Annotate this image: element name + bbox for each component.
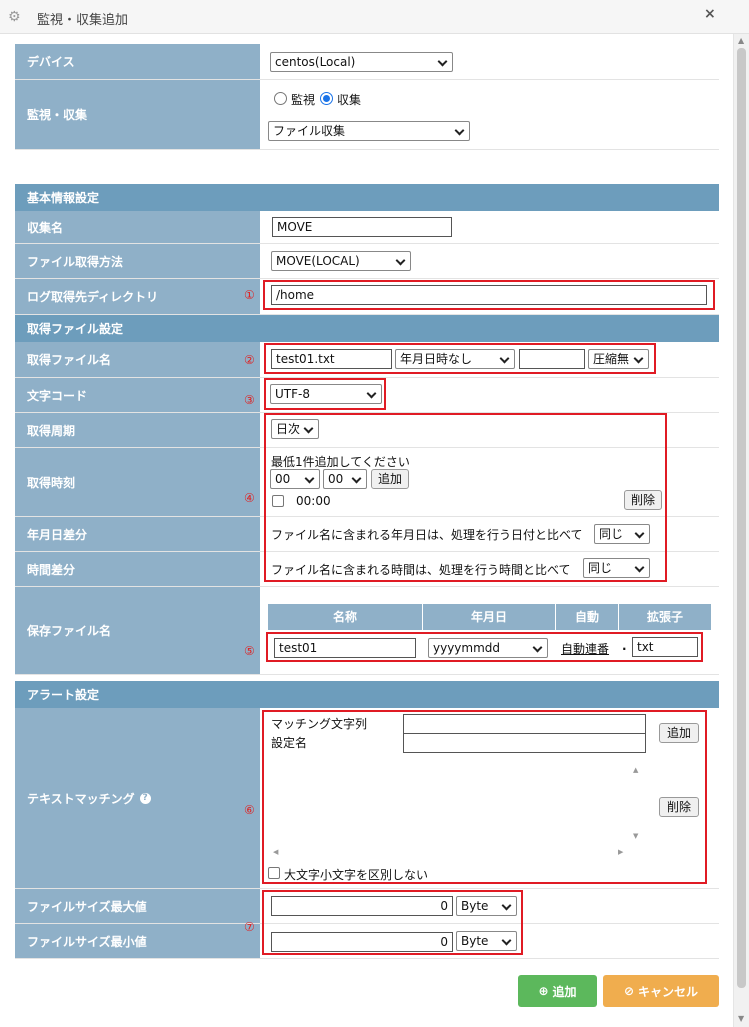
ext-dot: .: [622, 639, 627, 653]
cancel-button-label: キャンセル: [638, 984, 699, 999]
marker-7: ⑦: [244, 920, 255, 934]
file-extra-input[interactable]: [519, 349, 585, 369]
file-name-label: 取得ファイル名: [15, 342, 260, 377]
section-file: 取得ファイル設定: [15, 315, 719, 342]
help-icon[interactable]: ?: [139, 792, 151, 804]
add-button[interactable]: ⊕ 追加: [518, 975, 597, 1007]
method-select[interactable]: MOVE(LOCAL): [271, 251, 411, 271]
radio-collect-label: 収集: [337, 93, 362, 107]
vertical-scrollbar[interactable]: ▲ ▼: [733, 34, 749, 1027]
save-name-input[interactable]: test01: [274, 638, 416, 658]
dir-input[interactable]: /home: [271, 285, 707, 305]
text-matching-label: テキストマッチング: [27, 791, 135, 806]
highlight-box-4: [264, 413, 667, 582]
collect-type-select[interactable]: ファイル収集: [268, 121, 470, 141]
save-name-label: 保存ファイル名: [15, 587, 260, 674]
radio-monitor-label: 監視: [291, 93, 316, 107]
method-label: ファイル取得方法: [15, 244, 260, 278]
marker-2: ②: [244, 353, 255, 367]
collect-name-input[interactable]: MOVE: [272, 217, 452, 237]
text-matching-label-cell: テキストマッチング ?: [15, 708, 260, 888]
save-ext-input[interactable]: txt: [632, 637, 698, 657]
highlight-box-7: [262, 890, 523, 955]
marker-6: ⑥: [244, 803, 255, 817]
collect-name-label: 収集名: [15, 211, 260, 243]
ban-icon: ⊘: [623, 984, 635, 998]
scrollbar-thumb[interactable]: [737, 48, 746, 988]
size-min-label: ファイルサイズ最小値: [15, 924, 260, 958]
highlight-box-6: [262, 710, 707, 884]
device-select[interactable]: centos(Local): [270, 52, 453, 72]
mode-label: 監視・収集: [15, 80, 260, 149]
auto-number-link[interactable]: 自動連番: [561, 640, 609, 657]
charset-label: 文字コード: [15, 378, 260, 412]
marker-4: ④: [244, 491, 255, 505]
marker-5: ⑤: [244, 644, 255, 658]
time-label: 取得時刻: [15, 448, 260, 516]
add-button-label: 追加: [552, 984, 577, 999]
save-header-auto: 自動: [556, 604, 618, 630]
save-header-date: 年月日: [423, 604, 555, 630]
save-header-ext: 拡張子: [619, 604, 711, 630]
save-header-name: 名称: [268, 604, 422, 630]
scroll-down-arrow-icon[interactable]: ▼: [738, 1014, 744, 1023]
charset-select[interactable]: UTF-8: [270, 384, 382, 404]
radio-monitor[interactable]: [274, 92, 287, 105]
date-format-select[interactable]: 年月日時なし: [395, 349, 515, 369]
section-alert: アラート設定: [15, 681, 719, 708]
timediff-label: 時間差分: [15, 552, 260, 586]
save-date-select[interactable]: yyyymmdd: [428, 638, 548, 658]
scroll-up-arrow-icon[interactable]: ▲: [738, 36, 744, 45]
window-titlebar: ⚙ 監視・収集追加 ×: [0, 0, 749, 34]
gear-icon: ⚙: [8, 9, 21, 25]
close-icon[interactable]: ×: [704, 6, 716, 22]
cancel-button[interactable]: ⊘ キャンセル: [603, 975, 719, 1007]
window-title: 監視・収集追加: [37, 13, 129, 28]
marker-1: ①: [244, 288, 255, 302]
dir-label: ログ取得先ディレクトリ: [15, 279, 260, 314]
radio-collect[interactable]: [320, 92, 333, 105]
file-name-input[interactable]: test01.txt: [271, 349, 392, 369]
size-max-label: ファイルサイズ最大値: [15, 889, 260, 923]
section-basic: 基本情報設定: [15, 184, 719, 211]
datediff-label: 年月日差分: [15, 517, 260, 551]
compress-select[interactable]: 圧縮無: [588, 349, 649, 369]
device-label: デバイス: [15, 44, 260, 79]
plus-circle-icon: ⊕: [538, 984, 549, 998]
marker-3: ③: [244, 393, 255, 407]
period-label: 取得周期: [15, 413, 260, 447]
